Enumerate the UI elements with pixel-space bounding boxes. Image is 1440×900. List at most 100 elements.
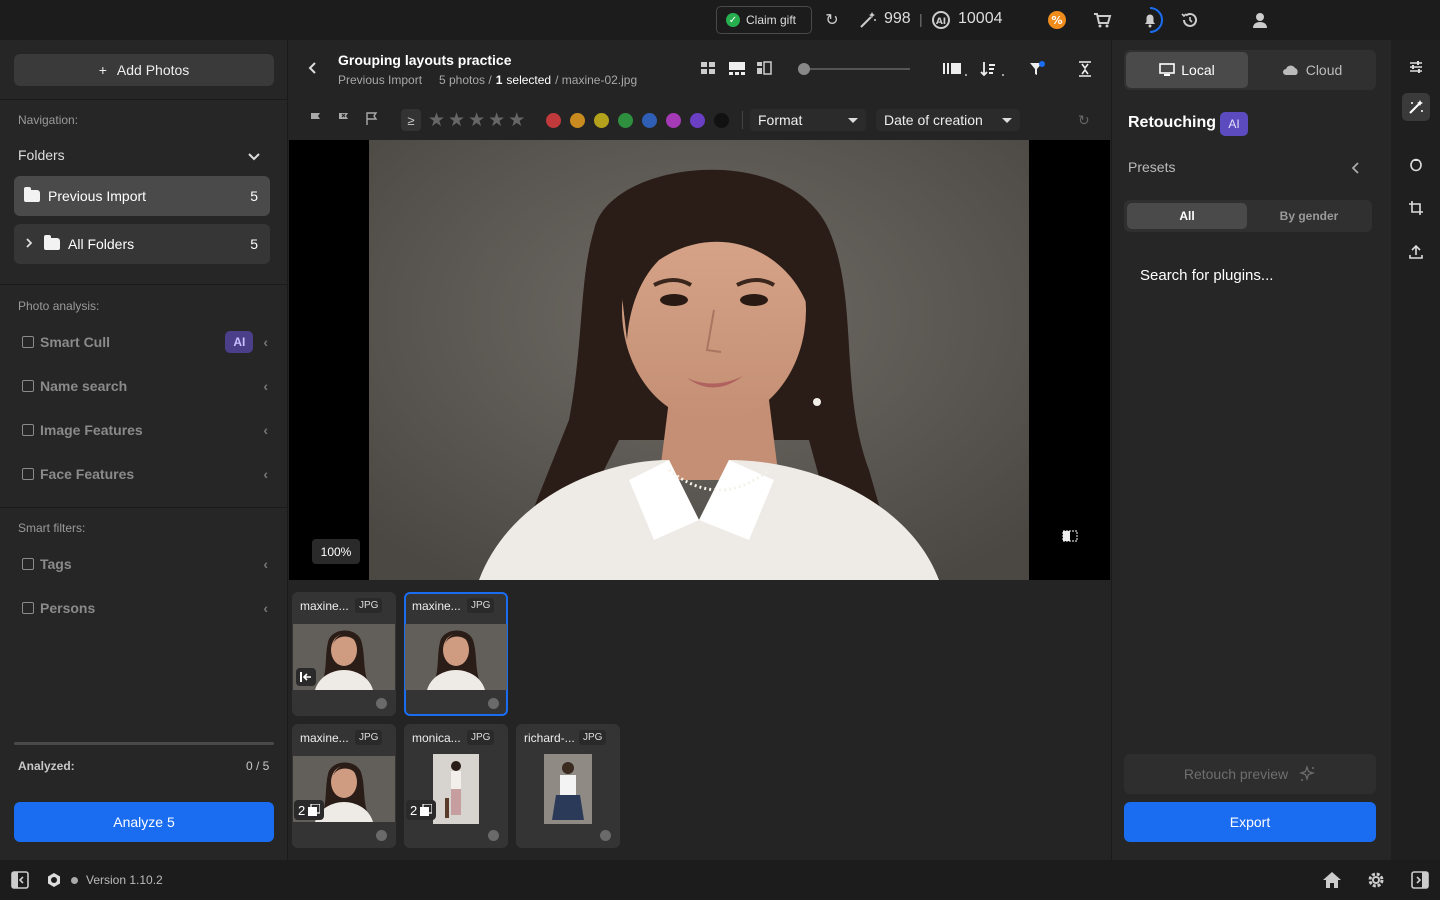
thumbnail-size-slider[interactable] bbox=[800, 68, 910, 70]
home-icon[interactable] bbox=[1322, 871, 1342, 892]
star-icon[interactable]: ★ bbox=[468, 109, 485, 132]
add-photos-button[interactable]: + Add Photos bbox=[14, 54, 274, 86]
selection-dot[interactable] bbox=[488, 698, 499, 709]
star-icon[interactable]: ★ bbox=[448, 109, 465, 132]
checkbox[interactable] bbox=[22, 424, 34, 436]
color-label-dot[interactable] bbox=[690, 113, 705, 128]
presets-by-gender-tab[interactable]: By gender bbox=[1249, 203, 1369, 229]
grid-view-icon[interactable] bbox=[700, 60, 716, 76]
cart-icon[interactable] bbox=[1092, 10, 1112, 30]
adjustments-icon[interactable] bbox=[1402, 53, 1430, 81]
star-icon[interactable]: ★ bbox=[508, 109, 525, 132]
export-button[interactable]: Export bbox=[1124, 802, 1376, 842]
retouch-tool-icon[interactable] bbox=[1402, 93, 1430, 121]
color-label-dot[interactable] bbox=[618, 113, 633, 128]
checkbox[interactable] bbox=[22, 468, 34, 480]
plus-icon: + bbox=[98, 62, 107, 78]
thumbnail-card[interactable]: monica... JPG 2 bbox=[404, 724, 508, 848]
back-chevron-icon[interactable] bbox=[304, 60, 320, 79]
selection-dot[interactable] bbox=[600, 830, 611, 841]
history-icon[interactable] bbox=[1180, 10, 1200, 30]
color-label-dot[interactable] bbox=[714, 113, 729, 128]
selection-dot[interactable] bbox=[488, 830, 499, 841]
sort-icon[interactable] bbox=[980, 60, 1006, 78]
color-label-dot[interactable] bbox=[546, 113, 561, 128]
chevron-left-icon[interactable]: ‹ bbox=[263, 378, 268, 394]
stack-view-icon[interactable] bbox=[942, 60, 968, 78]
collapse-icon[interactable] bbox=[1076, 60, 1094, 78]
chevron-left-icon[interactable]: ‹ bbox=[263, 466, 268, 482]
retouch-preview-button[interactable]: Retouch preview bbox=[1124, 754, 1376, 794]
selected-count: 1 bbox=[495, 73, 503, 87]
mask-tool-icon[interactable] bbox=[1402, 150, 1430, 178]
color-label-dot[interactable] bbox=[666, 113, 681, 128]
tags-filter[interactable]: Tags ‹ bbox=[22, 554, 268, 574]
rating-operator[interactable]: ≥ bbox=[401, 109, 421, 131]
share-export-icon[interactable] bbox=[1402, 238, 1430, 266]
selection-dot[interactable] bbox=[376, 698, 387, 709]
filmstrip-view-icon[interactable] bbox=[728, 60, 746, 76]
chevron-left-icon[interactable]: ‹ bbox=[263, 600, 268, 616]
user-icon[interactable] bbox=[1250, 10, 1270, 30]
folder-all-folders[interactable]: All Folders 5 bbox=[14, 224, 270, 264]
reset-filters-icon[interactable]: ↻ bbox=[1078, 112, 1090, 129]
status-dot bbox=[71, 877, 78, 884]
checkbox[interactable] bbox=[22, 602, 34, 614]
toggle-right-panel-icon[interactable] bbox=[1411, 871, 1429, 892]
flag-unflagged-icon[interactable] bbox=[364, 111, 380, 127]
discount-badge-icon[interactable]: % bbox=[1047, 10, 1067, 30]
analyze-button[interactable]: Analyze 5 bbox=[14, 802, 274, 842]
flag-reject-icon[interactable] bbox=[336, 111, 352, 127]
crop-icon[interactable] bbox=[1402, 194, 1430, 222]
compare-split-icon[interactable] bbox=[1062, 530, 1078, 545]
notifications-icon[interactable] bbox=[1136, 6, 1164, 34]
rating-stars[interactable]: ★ ★ ★ ★ ★ bbox=[428, 109, 525, 132]
main-photo[interactable] bbox=[369, 140, 1029, 580]
toggle-left-panel-icon[interactable] bbox=[11, 871, 29, 892]
divider bbox=[0, 284, 288, 285]
image-features-filter[interactable]: Image Features ‹ bbox=[22, 420, 268, 440]
ai-badge: AI bbox=[1220, 112, 1248, 136]
checkbox[interactable] bbox=[22, 380, 34, 392]
checkbox[interactable] bbox=[22, 558, 34, 570]
color-label-dot[interactable] bbox=[570, 113, 585, 128]
face-features-filter[interactable]: Face Features ‹ bbox=[22, 464, 268, 484]
color-label-dot[interactable] bbox=[594, 113, 609, 128]
star-icon[interactable]: ★ bbox=[428, 109, 445, 132]
stack-count-badge[interactable]: 2 bbox=[406, 800, 437, 820]
star-icon[interactable]: ★ bbox=[488, 109, 505, 132]
selection-dot[interactable] bbox=[376, 830, 387, 841]
folder-previous-import[interactable]: Previous Import 5 bbox=[14, 176, 270, 216]
format-dropdown[interactable]: Format bbox=[750, 109, 866, 131]
local-tab[interactable]: Local bbox=[1126, 52, 1248, 88]
chevron-left-icon[interactable]: ‹ bbox=[263, 334, 268, 350]
flag-pick-icon[interactable] bbox=[308, 111, 324, 127]
thumbnail-card[interactable]: maxine... JPG bbox=[292, 592, 396, 716]
persons-filter[interactable]: Persons ‹ bbox=[22, 598, 268, 618]
thumbnail-card[interactable]: maxine... JPG 2 bbox=[292, 724, 396, 848]
search-plugins-input[interactable]: Search for plugins... bbox=[1140, 267, 1273, 284]
refresh-icon[interactable]: ↻ bbox=[822, 10, 842, 30]
settings-gear-icon[interactable] bbox=[1366, 870, 1386, 893]
slider-handle[interactable] bbox=[798, 63, 810, 75]
chevron-left-icon[interactable] bbox=[1348, 160, 1362, 179]
name-search-filter[interactable]: Name search ‹ bbox=[22, 376, 268, 396]
compare-view-icon[interactable] bbox=[756, 60, 772, 76]
color-label-dot[interactable] bbox=[642, 113, 657, 128]
chevron-left-icon[interactable]: ‹ bbox=[263, 556, 268, 572]
chevron-right-icon[interactable] bbox=[24, 236, 34, 252]
stack-collapse-icon[interactable] bbox=[296, 668, 316, 686]
chevron-left-icon[interactable]: ‹ bbox=[263, 422, 268, 438]
zoom-level-badge[interactable]: 100% bbox=[312, 539, 360, 564]
sort-dropdown[interactable]: Date of creation bbox=[876, 109, 1020, 131]
thumbnail-card[interactable]: richard-... JPG bbox=[516, 724, 620, 848]
smart-cull-filter[interactable]: Smart Cull AI ‹ bbox=[22, 331, 268, 353]
checkbox[interactable] bbox=[22, 336, 34, 348]
chevron-down-icon[interactable] bbox=[246, 148, 262, 167]
filter-icon[interactable] bbox=[1028, 60, 1046, 78]
claim-gift-button[interactable]: ✓ Claim gift bbox=[716, 6, 812, 34]
presets-all-tab[interactable]: All bbox=[1127, 203, 1247, 229]
cloud-tab[interactable]: Cloud bbox=[1250, 52, 1374, 88]
stack-count-badge[interactable]: 2 bbox=[294, 800, 325, 820]
thumbnail-card[interactable]: maxine... JPG bbox=[404, 592, 508, 716]
